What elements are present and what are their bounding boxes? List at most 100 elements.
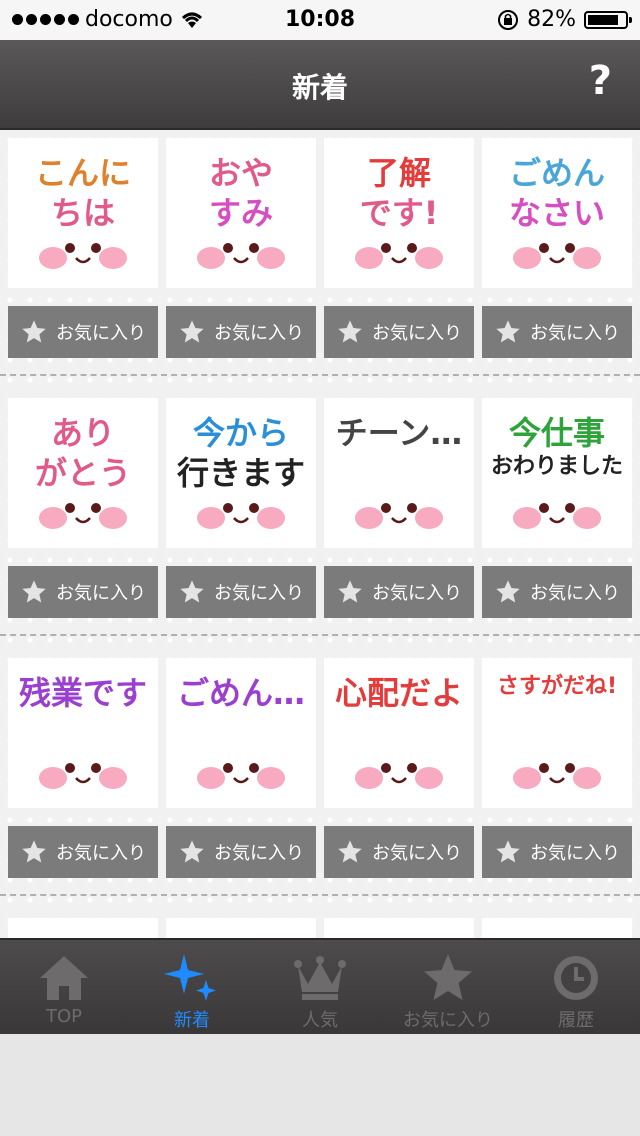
sticker-text: ごめん… [176, 674, 305, 712]
sticker-image[interactable]: 今仕事 おわりました [482, 398, 632, 548]
sticker-image[interactable]: ちょりに [8, 918, 158, 938]
tab-top[interactable]: TOP [0, 940, 128, 1036]
sticker-card: あり がとうお気に入り [8, 398, 158, 618]
sticker-text: チーン… [335, 414, 463, 452]
sticker-image[interactable]: 今から 行きます [166, 398, 316, 548]
sticker-image[interactable]: おや すみ [166, 138, 316, 288]
star-icon [20, 578, 48, 606]
star-icon [20, 318, 48, 346]
row-divider [0, 374, 640, 376]
sticker-image[interactable]: 残業です [8, 658, 158, 808]
tab-bar: TOP 新着 人気 お気に入り 履歴 [0, 938, 640, 1036]
favorite-button[interactable]: お気に入り [324, 566, 474, 618]
sticker-text: おわりました [490, 454, 623, 479]
sticker-face-icon [355, 763, 443, 789]
favorite-button[interactable]: お気に入り [324, 306, 474, 358]
favorite-button[interactable]: お気に入り [166, 566, 316, 618]
favorite-label: お気に入り [530, 583, 620, 604]
sticker-card: お気に入り [324, 918, 474, 938]
sticker-face-icon [355, 243, 443, 269]
sticker-card: お気に入り [166, 918, 316, 938]
favorite-label: お気に入り [530, 323, 620, 344]
sticker-card: 心配だよお気に入り [324, 658, 474, 878]
sticker-face-icon [513, 763, 601, 789]
sticker-image[interactable] [166, 918, 316, 938]
sticker-card: おや すみお気に入り [166, 138, 316, 358]
favorite-button[interactable]: お気に入り [324, 826, 474, 878]
star-icon [178, 838, 206, 866]
battery-percent: 82% [527, 7, 576, 32]
sticker-text: 心配だよ [334, 674, 463, 712]
favorite-label: お気に入り [214, 323, 304, 344]
tab-popular[interactable]: 人気 [256, 940, 384, 1036]
favorite-button[interactable]: お気に入り [482, 306, 632, 358]
favorite-button[interactable]: お気に入り [8, 826, 158, 878]
favorite-label: お気に入り [372, 843, 462, 864]
sticker-face-icon [197, 763, 285, 789]
tab-favorites[interactable]: お気に入り [384, 940, 512, 1036]
sticker-image[interactable]: 心配だよ [324, 658, 474, 808]
sticker-face-icon [197, 503, 285, 529]
sticker-card: 残業ですお気に入り [8, 658, 158, 878]
star-icon [178, 578, 206, 606]
tab-history[interactable]: 履歴 [512, 940, 640, 1036]
star-icon [178, 318, 206, 346]
navigation-bar: 新着 ? [0, 40, 640, 130]
bottom-area [0, 1034, 640, 1136]
star-icon [336, 318, 364, 346]
sticker-image[interactable]: こんに ちは [8, 138, 158, 288]
favorite-button[interactable]: お気に入り [482, 566, 632, 618]
star-icon [494, 318, 522, 346]
sticker-card: こんに ちはお気に入り [8, 138, 158, 358]
favorite-button[interactable]: お気に入り [166, 826, 316, 878]
sticker-face-icon [39, 243, 127, 269]
favorite-button[interactable]: お気に入り [8, 566, 158, 618]
favorite-label: お気に入り [372, 583, 462, 604]
page-title: 新着 [291, 71, 348, 104]
sticker-face-icon [513, 503, 601, 529]
favorite-button[interactable]: お気に入り [166, 306, 316, 358]
sticker-image[interactable]: チーン… [324, 398, 474, 548]
favorite-label: お気に入り [56, 843, 146, 864]
sticker-face-icon [197, 243, 285, 269]
crown-icon [292, 940, 348, 1004]
sticker-image[interactable]: さすがだね! [482, 658, 632, 808]
tab-label: 新着 [174, 1010, 210, 1031]
sticker-card: 今仕事 おわりましたお気に入り [482, 398, 632, 618]
sticker-card: チーン… お気に入り [324, 398, 474, 618]
sticker-grid[interactable]: こんに ちは お気に入り おや すみ お気に入り 了解 です! お気に入り ごめん なさい お気に入り… [0, 130, 640, 938]
sticker-image[interactable]: ごめん なさい [482, 138, 632, 288]
help-button[interactable]: ? [589, 58, 612, 104]
sticker-image[interactable] [482, 918, 632, 938]
sticker-card: ごめん… お気に入り [166, 658, 316, 878]
row-divider [0, 894, 640, 896]
favorite-label: お気に入り [56, 323, 146, 344]
sticker-text: 残業です [18, 674, 147, 712]
favorite-label: お気に入り [372, 323, 462, 344]
sticker-card: 了解 です! お気に入り [324, 138, 474, 358]
sticker-image[interactable]: ごめん… [166, 658, 316, 808]
star-icon [336, 578, 364, 606]
sticker-image[interactable]: あり がとう [8, 398, 158, 548]
status-bar: docomo 10:08 82% [0, 0, 640, 40]
tab-new[interactable]: 新着 [128, 940, 256, 1036]
favorite-button[interactable]: お気に入り [8, 306, 158, 358]
star-icon [336, 838, 364, 866]
sticker-face-icon [39, 763, 127, 789]
favorite-label: お気に入り [214, 843, 304, 864]
battery-area: 82% [497, 7, 632, 32]
favorite-label: お気に入り [56, 583, 146, 604]
sticker-card: お気に入り [482, 918, 632, 938]
favorite-button[interactable]: お気に入り [482, 826, 632, 878]
star-icon [494, 578, 522, 606]
favorite-label: お気に入り [214, 583, 304, 604]
sticker-card: 今から 行きますお気に入り [166, 398, 316, 618]
tab-label: 人気 [302, 1010, 338, 1031]
sticker-face-icon [39, 503, 127, 529]
sparkle-icon [164, 940, 220, 1004]
sticker-image[interactable] [324, 918, 474, 938]
tab-label: お気に入り [403, 1010, 493, 1031]
sticker-image[interactable]: 了解 です! [324, 138, 474, 288]
sticker-text: さすがだね! [496, 674, 618, 699]
clock-icon [548, 940, 604, 1004]
